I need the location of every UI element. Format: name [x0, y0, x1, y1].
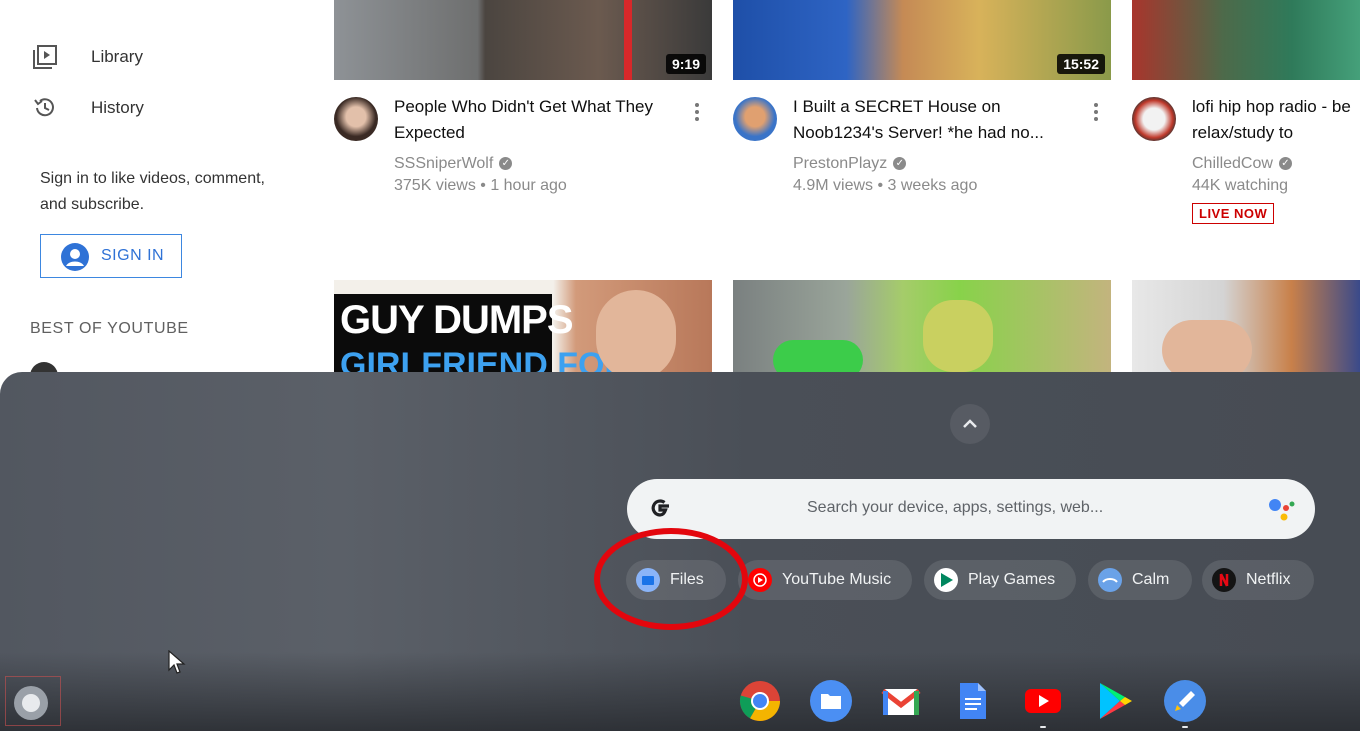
video-thumbnail[interactable] — [733, 280, 1111, 372]
chrome-icon[interactable] — [738, 679, 782, 723]
more-options-icon[interactable] — [1088, 99, 1104, 125]
mouse-cursor-icon — [168, 650, 186, 674]
sidebar-item-label: Library — [91, 47, 143, 66]
video-thumbnail[interactable] — [1132, 280, 1360, 372]
calm-icon — [1098, 568, 1122, 592]
video-meta: 375K views • 1 hour ago — [394, 177, 567, 194]
verified-icon: ✓ — [1278, 157, 1292, 171]
docs-icon[interactable] — [950, 679, 994, 723]
verified-icon: ✓ — [499, 157, 513, 171]
signin-prompt: Sign in to like videos, comment, and sub… — [40, 170, 265, 213]
video-duration: 15:52 — [1057, 54, 1105, 74]
launcher-button[interactable] — [5, 676, 61, 726]
assistant-icon[interactable] — [1267, 495, 1297, 523]
chip-label: Netflix — [1246, 571, 1291, 588]
verified-icon: ✓ — [893, 157, 907, 171]
video-title-line2[interactable]: relax/study to — [1192, 120, 1293, 146]
video-duration: 9:19 — [665, 54, 706, 74]
channel-name[interactable]: PrestonPlayz ✓ — [793, 155, 907, 173]
netflix-icon — [1212, 568, 1236, 592]
best-of-youtube-header: BEST OF YOUTUBE — [30, 320, 189, 337]
sidebar-item-history[interactable]: History — [30, 93, 144, 123]
google-g-icon — [645, 493, 675, 523]
gmail-icon[interactable] — [879, 679, 923, 723]
video-thumbnail[interactable]: GUY DUMPS GIRLFRIEND FOR — [334, 280, 712, 372]
channel-avatar[interactable] — [334, 97, 378, 141]
video-thumbnail[interactable] — [1132, 0, 1360, 80]
play-games-icon — [934, 568, 958, 592]
chip-label: YouTube Music — [782, 571, 892, 588]
channel-name[interactable]: SSSniperWolf ✓ — [394, 155, 513, 173]
video-title[interactable]: lofi hip hop radio - be — [1192, 94, 1351, 120]
channel-name-text: ChilledCow — [1192, 155, 1273, 172]
running-indicator — [1040, 726, 1046, 728]
suggestion-chip-netflix[interactable]: Netflix — [1202, 560, 1314, 600]
sidebar-item-label: History — [91, 98, 144, 117]
live-now-badge: LIVE NOW — [1192, 203, 1275, 224]
video-title[interactable]: I Built a SECRET House on — [793, 94, 1001, 120]
expand-launcher-button[interactable] — [950, 404, 990, 444]
channel-name-text: SSSniperWolf — [394, 155, 494, 172]
sign-in-label: SIGN IN — [101, 247, 165, 264]
annotation-circle — [594, 528, 748, 630]
video-title-line2[interactable]: Expected — [394, 120, 465, 146]
channel-avatar[interactable] — [1132, 97, 1176, 141]
play-store-icon[interactable] — [1092, 679, 1136, 723]
chip-label: Play Games — [968, 571, 1056, 588]
sign-in-button[interactable]: SIGN IN — [40, 234, 182, 278]
app-icon[interactable] — [1163, 679, 1207, 723]
youtube-icon[interactable] — [1021, 679, 1065, 723]
files-app-icon[interactable] — [809, 679, 853, 723]
video-title[interactable]: People Who Didn't Get What They — [394, 94, 653, 120]
video-meta: 4.9M views • 3 weeks ago — [793, 177, 978, 194]
running-indicator — [1182, 726, 1188, 728]
youtube-music-icon — [748, 568, 772, 592]
launcher-circle-icon — [14, 686, 48, 720]
suggestion-chip-play-games[interactable]: Play Games — [924, 560, 1076, 600]
history-icon — [30, 93, 60, 123]
video-title-line2[interactable]: Noob1234's Server! *he had no... — [793, 120, 1044, 146]
channel-name-text: PrestonPlayz — [793, 155, 888, 172]
search-placeholder: Search your device, apps, settings, web.… — [807, 499, 1104, 516]
suggestion-chip-youtube-music[interactable]: YouTube Music — [738, 560, 912, 600]
video-thumbnail[interactable]: 15:52 — [733, 0, 1111, 80]
chevron-up-icon — [963, 419, 977, 428]
sidebar-item-library[interactable]: Library — [30, 42, 143, 72]
video-thumbnail[interactable]: 9:19 — [334, 0, 712, 80]
chip-label: Calm — [1132, 571, 1170, 588]
thumbnail-text-line2: GIRLFRIEND FOR — [340, 346, 629, 372]
channel-avatar[interactable] — [733, 97, 777, 141]
library-icon — [30, 42, 60, 72]
video-meta: 44K watching — [1192, 177, 1289, 194]
channel-name[interactable]: ChilledCow ✓ — [1192, 155, 1292, 173]
launcher-search-box[interactable]: Search your device, apps, settings, web.… — [627, 479, 1315, 539]
thumbnail-text-line1: GUY DUMPS — [340, 298, 574, 342]
account-icon — [61, 243, 89, 271]
more-options-icon[interactable] — [689, 99, 705, 125]
suggestion-chip-calm[interactable]: Calm — [1088, 560, 1192, 600]
